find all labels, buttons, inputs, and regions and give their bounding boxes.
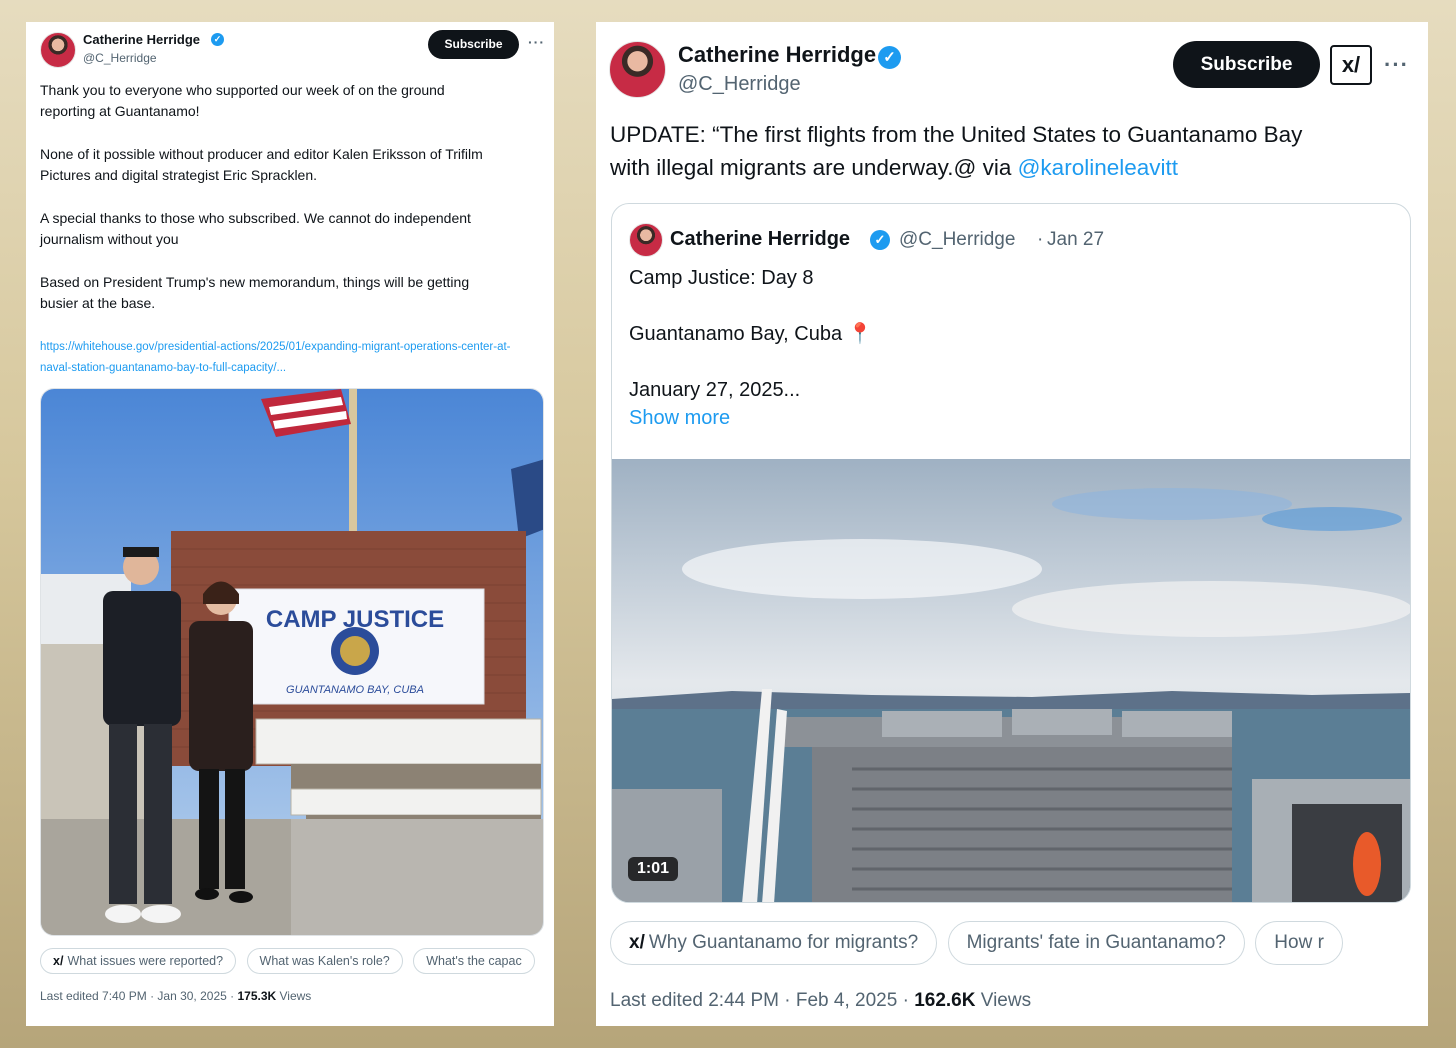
author-handle[interactable]: @C_Herridge (83, 51, 157, 65)
mention-link[interactable]: @karolineleavitt (1018, 155, 1178, 180)
grok-chip[interactable]: Migrants' fate in Guantanamo? (947, 921, 1245, 965)
edited-timestamp[interactable]: Last edited 7:40 PM · Jan 30, 2025 · (40, 989, 237, 1003)
post-meta: Last edited 7:40 PM · Jan 30, 2025 · 175… (40, 989, 311, 1003)
post-link[interactable]: https://whitehouse.gov/presidential-acti… (40, 337, 540, 379)
ship-deck-video-frame (612, 459, 1410, 902)
more-options-icon[interactable]: ··· (528, 34, 545, 50)
sign-subtitle: GUANTANAMO BAY, CUBA (286, 684, 424, 696)
post-text: UPDATE: “The first flights from the Unit… (610, 118, 1410, 184)
right-post-card: Catherine Herridge ✓ @C_Herridge Subscri… (596, 22, 1428, 1026)
grok-chip[interactable]: What was Kalen's role? (246, 948, 403, 974)
video-player[interactable]: 1:01 (612, 459, 1410, 902)
grok-icon: x/ (629, 932, 645, 953)
views-count: 162.6K (914, 990, 976, 1011)
avatar[interactable] (40, 32, 76, 68)
author-handle[interactable]: @C_Herridge (678, 73, 801, 96)
post-meta: Last edited 2:44 PM · Feb 4, 2025 · 162.… (610, 990, 1031, 1012)
show-more-link[interactable]: Show more (629, 407, 730, 430)
left-post-card: Catherine Herridge ✓ @C_Herridge Subscri… (26, 22, 554, 1026)
grok-chip[interactable]: What's the capac (413, 948, 535, 974)
quoted-post[interactable]: Catherine Herridge ✓ @C_Herridge · Jan 2… (611, 203, 1411, 903)
grok-icon: x/ (53, 954, 64, 968)
views-label: Views (276, 989, 312, 1003)
author-name[interactable]: Catherine Herridge (83, 32, 200, 47)
grok-suggestions: x/Why Guantanamo for migrants? Migrants'… (610, 921, 1410, 965)
video-duration: 1:01 (628, 857, 679, 881)
verified-badge-icon: ✓ (870, 230, 890, 250)
post-text-body: UPDATE: “The first flights from the Unit… (610, 122, 1303, 180)
more-options-icon[interactable]: ··· (1384, 52, 1409, 78)
quoted-author-name[interactable]: Catherine Herridge (670, 228, 850, 251)
verified-badge-icon: ✓ (878, 46, 901, 69)
verified-badge-icon: ✓ (211, 33, 224, 46)
camp-justice-photo: CAMP JUSTICE GUANTANAMO BAY, CUBA (41, 389, 543, 935)
views-count: 175.3K (237, 989, 277, 1003)
grok-chip-label: Why Guantanamo for migrants? (648, 932, 919, 953)
avatar[interactable] (629, 223, 663, 257)
quoted-post-date[interactable]: Jan 27 (1047, 229, 1104, 251)
grok-chip[interactable]: x/What issues were reported? (40, 948, 237, 974)
quoted-post-text: Camp Justice: Day 8 Guantanamo Bay, Cuba… (629, 267, 873, 401)
author-name[interactable]: Catherine Herridge (678, 42, 876, 68)
grok-logo-icon[interactable]: x/ (1330, 45, 1372, 85)
subscribe-button[interactable]: Subscribe (428, 30, 519, 59)
grok-chip[interactable]: x/Why Guantanamo for migrants? (610, 921, 938, 965)
subscribe-button[interactable]: Subscribe (1173, 41, 1320, 88)
grok-suggestions: x/What issues were reported? What was Ka… (40, 948, 554, 974)
edited-timestamp[interactable]: Last edited 2:44 PM · Feb 4, 2025 · (610, 990, 914, 1011)
avatar[interactable] (609, 41, 666, 98)
post-photo[interactable]: CAMP JUSTICE GUANTANAMO BAY, CUBA (40, 388, 544, 936)
separator-dot: · (1037, 229, 1044, 250)
grok-chip-label: What issues were reported? (67, 954, 224, 968)
grok-chip[interactable]: How r (1255, 921, 1343, 965)
post-text: Thank you to everyone who supported our … (40, 82, 483, 311)
views-label: Views (975, 990, 1032, 1011)
quoted-author-handle[interactable]: @C_Herridge (899, 229, 1015, 251)
